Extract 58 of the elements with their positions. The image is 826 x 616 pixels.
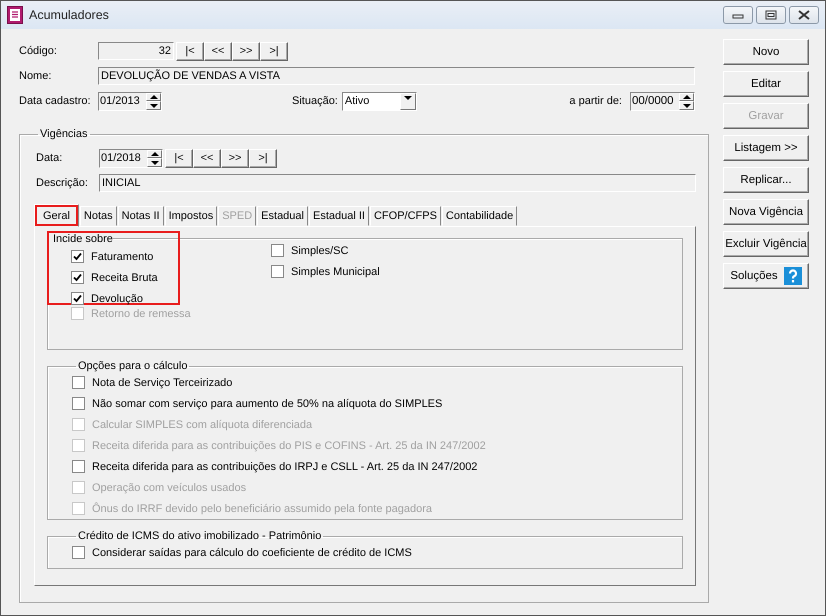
group-title: Opções para o cálculo	[77, 360, 188, 372]
field-label: Situação:	[292, 95, 338, 107]
checkbox-option[interactable]: Receita Bruta	[71, 267, 178, 288]
checkmark-icon	[73, 252, 82, 261]
checkbox-option[interactable]: Não somar com serviço para aumento de 50% na alíquota do SIMPLES	[72, 393, 682, 414]
checkbox-option[interactable]: Simples/SC	[271, 240, 380, 261]
checkbox-option[interactable]: Nota de Serviço Terceirizado	[72, 372, 682, 393]
name-field[interactable]: DEVOLUÇÃO DE VENDAS A VISTA	[98, 67, 695, 85]
date-spinner[interactable]: 00/0000	[630, 92, 695, 110]
restore-icon	[765, 10, 777, 20]
tab[interactable]: Impostos	[164, 206, 218, 226]
document-icon	[7, 6, 23, 24]
tab[interactable]: Notas	[80, 206, 117, 226]
navigation-button[interactable]: <<	[204, 42, 232, 60]
tab[interactable]: Contabilidade	[442, 206, 518, 226]
maximize-button[interactable]	[756, 6, 786, 24]
minimize-button[interactable]	[723, 6, 753, 24]
field-label: Código:	[19, 45, 58, 57]
field-label: Data:	[36, 152, 64, 164]
action-button[interactable]: Novo	[723, 39, 809, 65]
date-spinner[interactable]: 01/2013	[98, 92, 162, 110]
navigation-button[interactable]: |<	[176, 42, 204, 60]
action-button[interactable]: Nova Vigência	[723, 199, 809, 225]
date-spinner[interactable]: 01/2018	[99, 148, 163, 168]
tab[interactable]: Geral	[34, 204, 79, 227]
tab[interactable]: Estadual	[257, 206, 308, 226]
navigation-button[interactable]: >|	[260, 42, 288, 60]
checkmark-icon	[73, 294, 82, 303]
group-title: Crédito de ICMS do ativo imobilizado - Patrimônio	[77, 530, 322, 542]
action-button[interactable]: Soluções	[723, 263, 809, 289]
action-button[interactable]: Editar	[723, 71, 809, 97]
navigation-button[interactable]: >>	[232, 42, 260, 60]
navigation-button[interactable]: <<	[193, 148, 221, 168]
status-dropdown[interactable]: Ativo	[342, 92, 417, 110]
navigation-button[interactable]: |<	[165, 148, 193, 168]
field-label: Nome:	[19, 70, 52, 82]
checkbox-option[interactable]: Receita diferida para as contribuições do IRPJ e CSLL - Art. 25 da IN 247/2002	[72, 456, 682, 477]
navigation-button[interactable]: >|	[249, 148, 277, 168]
field-label: Descrição:	[36, 177, 89, 189]
field-label: Data cadastro:	[19, 95, 92, 107]
action-button[interactable]: Listagem >>	[723, 135, 809, 161]
action-button[interactable]: Replicar...	[723, 167, 809, 193]
group-title: Vigências	[39, 128, 88, 140]
code-field[interactable]: 32	[98, 42, 174, 60]
tab[interactable]: CFOP/CFPS	[370, 206, 441, 226]
description-field[interactable]: INICIAL	[99, 174, 696, 192]
checkbox-option[interactable]: Faturamento	[71, 246, 178, 267]
close-button[interactable]	[789, 6, 819, 24]
tab[interactable]: Notas II	[118, 206, 164, 226]
field-label: a partir de:	[569, 95, 622, 107]
action-button[interactable]: Excluir Vigência	[723, 231, 809, 257]
checkmark-icon	[73, 273, 82, 282]
navigation-button[interactable]: >>	[221, 148, 249, 168]
checkbox-option[interactable]: Considerar saídas para cálculo do coeficiente de crédito de ICMS	[72, 542, 682, 563]
tab[interactable]: Estadual II	[308, 206, 369, 226]
checkbox-option[interactable]: Simples Municipal	[271, 261, 380, 282]
close-icon	[798, 10, 810, 20]
window-title: Acumuladores	[29, 8, 109, 22]
